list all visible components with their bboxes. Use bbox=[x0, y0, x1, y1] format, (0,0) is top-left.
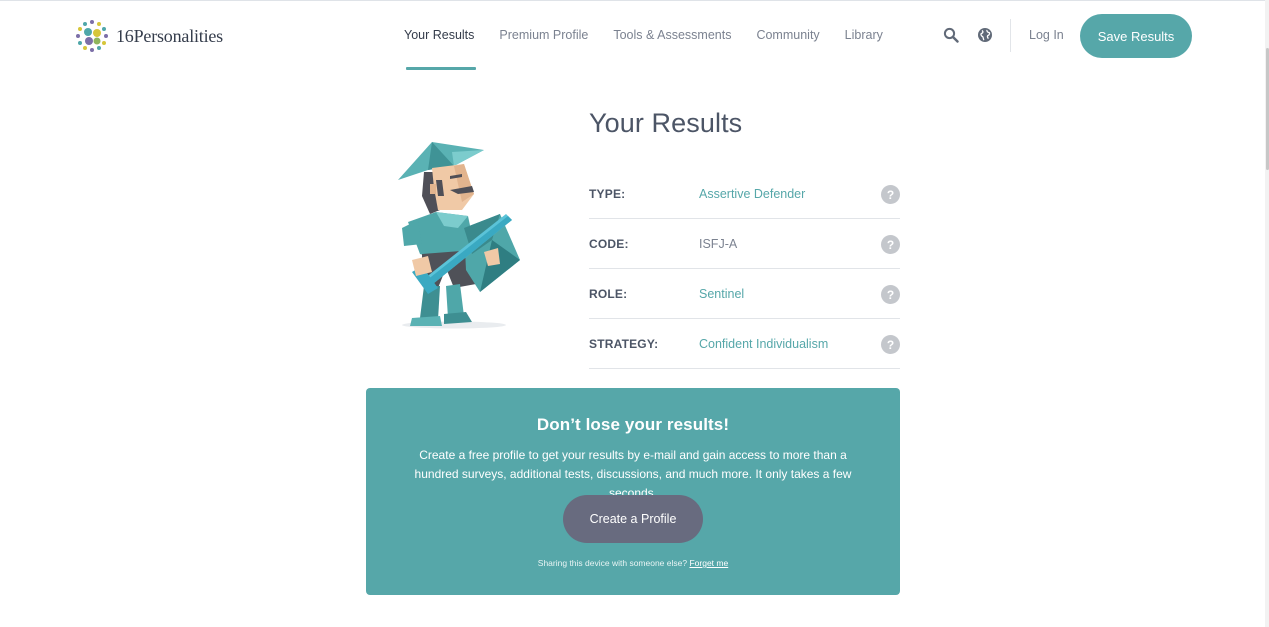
site-logo[interactable]: 16Personalities bbox=[75, 19, 223, 53]
result-row-code: CODE: ISFJ-A ? bbox=[589, 219, 900, 269]
results-title: Your Results bbox=[589, 108, 743, 138]
result-label: CODE: bbox=[589, 237, 629, 251]
result-row-type: TYPE: Assertive Defender ? bbox=[589, 169, 900, 219]
help-icon[interactable]: ? bbox=[881, 235, 900, 254]
strategy-value-link[interactable]: Confident Individualism bbox=[699, 337, 828, 351]
language-button[interactable] bbox=[976, 26, 994, 44]
cta-title: Don’t lose your results! bbox=[536, 415, 730, 434]
result-row-strategy: STRATEGY: Confident Individualism ? bbox=[589, 319, 900, 369]
globe-icon bbox=[978, 28, 992, 42]
login-link[interactable]: Log In bbox=[1029, 28, 1064, 42]
forget-me-link[interactable]: Forget me bbox=[689, 558, 728, 568]
result-row-role: ROLE: Sentinel ? bbox=[589, 269, 900, 319]
scrollbar-track[interactable] bbox=[1265, 0, 1269, 627]
help-icon[interactable]: ? bbox=[881, 185, 900, 204]
logo-text: 16Personalities bbox=[116, 25, 223, 46]
result-label: ROLE: bbox=[589, 287, 628, 301]
search-icon bbox=[943, 27, 959, 43]
header-divider bbox=[1010, 19, 1011, 52]
save-results-panel: Don’t lose your results! Create a free p… bbox=[366, 388, 900, 595]
create-profile-button[interactable]: Create a Profile bbox=[563, 495, 703, 543]
save-results-button[interactable]: Save Results bbox=[1080, 14, 1192, 58]
results-table: TYPE: Assertive Defender ? CODE: ISFJ-A … bbox=[589, 169, 900, 369]
defender-character-illustration bbox=[398, 142, 520, 329]
logo-mark-icon bbox=[76, 20, 108, 52]
result-label: STRATEGY: bbox=[589, 337, 659, 351]
footnote-text: Sharing this device with someone else? bbox=[537, 558, 688, 568]
nav-your-results[interactable]: Your Results bbox=[404, 1, 477, 71]
cta-footnote: Sharing this device with someone else? F… bbox=[366, 558, 900, 568]
nav-premium-profile[interactable]: Premium Profile bbox=[499, 1, 588, 71]
nav-community[interactable]: Community bbox=[756, 1, 819, 71]
main-nav: Your Results Premium Profile Tools & Ass… bbox=[404, 1, 883, 71]
type-value-link[interactable]: Assertive Defender bbox=[699, 187, 805, 201]
nav-tools-assessments[interactable]: Tools & Assessments bbox=[613, 1, 731, 71]
code-value: ISFJ-A bbox=[699, 237, 738, 251]
search-button[interactable] bbox=[942, 26, 960, 44]
help-icon[interactable]: ? bbox=[881, 335, 900, 354]
help-icon[interactable]: ? bbox=[881, 285, 900, 304]
site-header: 16Personalities Your Results Premium Pro… bbox=[0, 0, 1269, 70]
nav-library[interactable]: Library bbox=[845, 1, 883, 71]
role-value-link[interactable]: Sentinel bbox=[699, 287, 744, 301]
result-label: TYPE: bbox=[589, 187, 626, 201]
